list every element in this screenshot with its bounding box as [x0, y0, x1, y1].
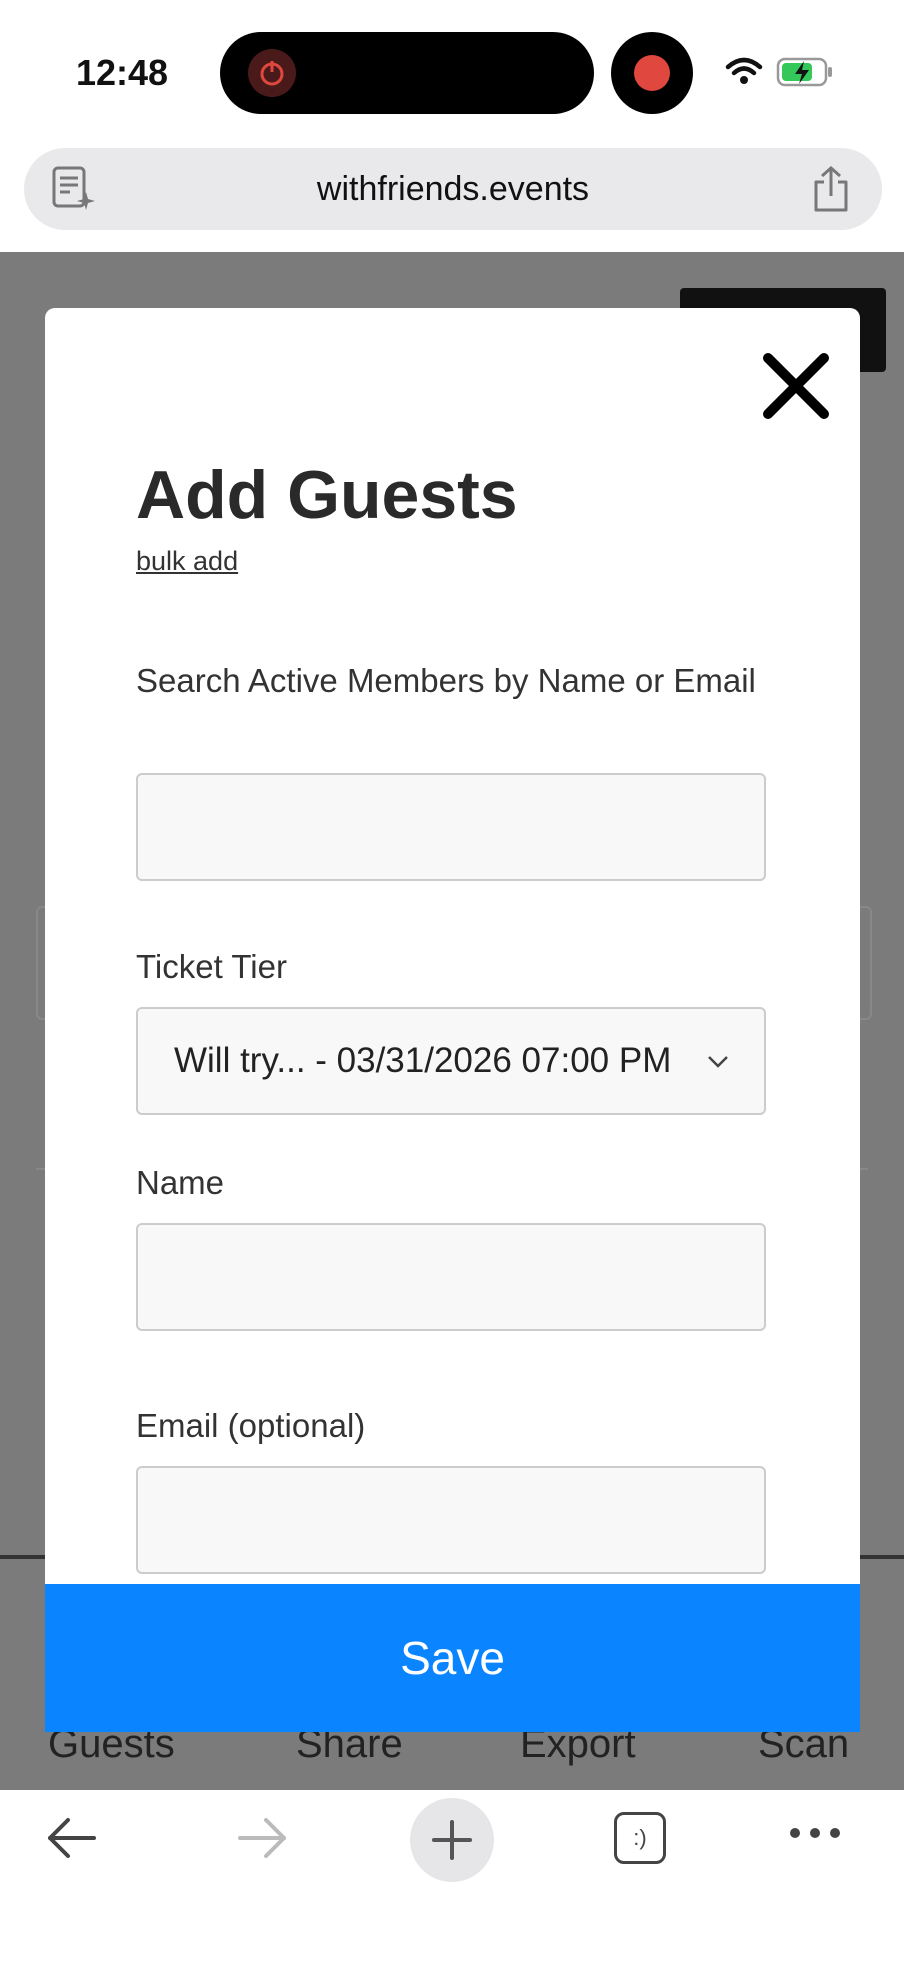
- tabs-label: :): [633, 1825, 647, 1850]
- share-icon[interactable]: [810, 164, 852, 214]
- bulk-add-link[interactable]: bulk add: [136, 546, 238, 577]
- ticket-tier-selected: Will try... - 03/31/2026 07:00 PM: [174, 1041, 672, 1080]
- name-label: Name: [136, 1164, 225, 1201]
- tabs-button[interactable]: :): [614, 1812, 666, 1864]
- search-input[interactable]: [138, 775, 764, 879]
- record-dot-icon: [634, 55, 670, 91]
- search-label: Search Active Members by Name or Email: [136, 662, 756, 699]
- clock: 12:48: [76, 52, 169, 93]
- wifi-icon: [725, 57, 763, 84]
- forward-icon[interactable]: [232, 1808, 292, 1868]
- address-bar[interactable]: withfriends.events: [24, 148, 882, 230]
- power-icon: [248, 49, 296, 97]
- search-field[interactable]: [136, 773, 766, 881]
- status-bar: 12:48: [0, 0, 904, 140]
- email-input[interactable]: [138, 1468, 764, 1572]
- back-icon[interactable]: [42, 1808, 102, 1868]
- ticket-tier-select[interactable]: Will try... - 03/31/2026 07:00 PM: [136, 1007, 766, 1115]
- plus-icon: [432, 1820, 472, 1860]
- add-guests-modal: Add Guests bulk add Search Active Member…: [45, 308, 860, 1732]
- name-input[interactable]: [138, 1225, 764, 1329]
- email-field[interactable]: [136, 1466, 766, 1574]
- browser-toolbar: :): [0, 1790, 904, 1966]
- chevron-down-icon: [708, 1056, 728, 1068]
- ticket-tier-label: Ticket Tier: [136, 948, 287, 985]
- screen-recording-indicator: [611, 32, 693, 114]
- more-icon[interactable]: [788, 1826, 842, 1840]
- save-button[interactable]: Save: [45, 1584, 860, 1732]
- url-text[interactable]: withfriends.events: [24, 170, 882, 209]
- close-icon[interactable]: [760, 350, 832, 422]
- dynamic-island: [220, 32, 594, 114]
- modal-title: Add Guests: [136, 457, 518, 533]
- new-tab-button[interactable]: [410, 1798, 494, 1882]
- email-label: Email (optional): [136, 1407, 366, 1444]
- name-field[interactable]: [136, 1223, 766, 1331]
- battery-icon: [776, 57, 832, 87]
